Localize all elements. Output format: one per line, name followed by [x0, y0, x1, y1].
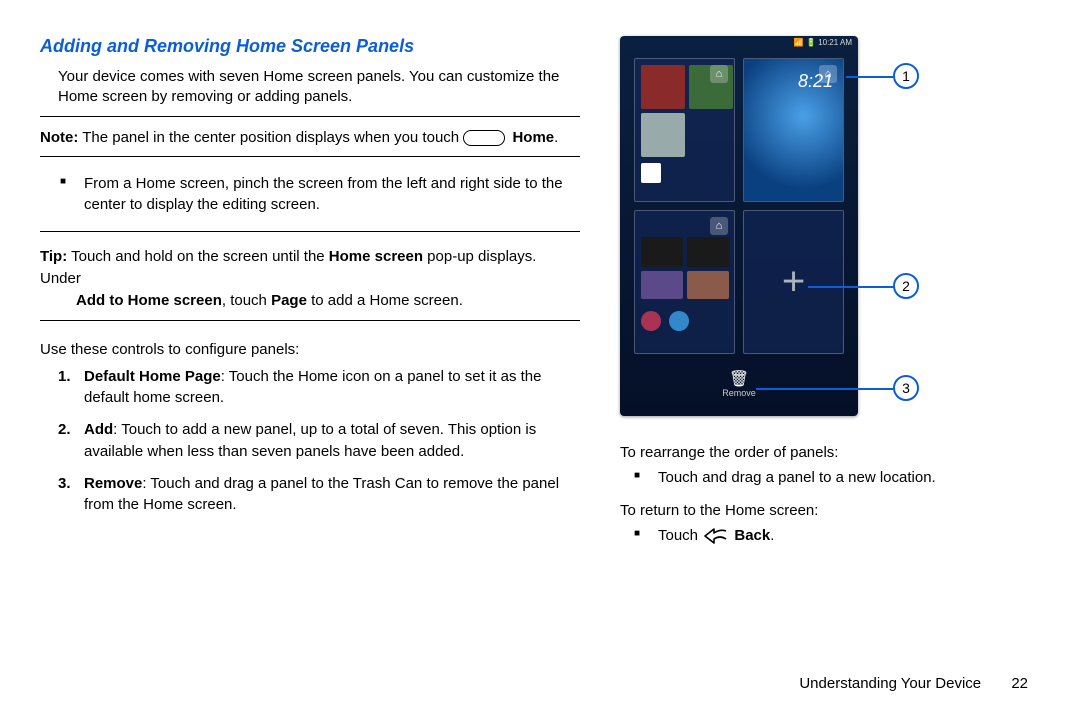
callout-line: [756, 388, 894, 390]
return-post: .: [770, 527, 774, 544]
item-bold: Add: [84, 421, 113, 438]
callout-line: [808, 286, 894, 288]
back-icon: [704, 528, 728, 544]
divider: [40, 116, 580, 117]
tip-body-1: Touch and hold on the screen until the: [67, 248, 329, 265]
return-label: To return to the Home screen:: [620, 502, 1040, 519]
item-bold: Default Home Page: [84, 368, 221, 385]
divider: [40, 231, 580, 232]
phone-screenshot: 📶 🔋 10:21 AM ⌂ 8:21 ⌂ ⌂ +: [620, 36, 858, 416]
home-icon: ⌂: [819, 65, 837, 83]
item-bold: Remove: [84, 475, 142, 492]
list-number: 2.: [58, 419, 71, 441]
trash-icon: 🗑: [722, 372, 756, 388]
section-heading: Adding and Removing Home Screen Panels: [40, 36, 580, 57]
list-item: 3. Remove: Touch and drag a panel to the…: [84, 473, 580, 517]
return-bold: Back: [734, 527, 770, 544]
tip: Tip: Touch and hold on the screen until …: [40, 246, 580, 311]
numbered-list: 1. Default Home Page: Touch the Home ico…: [40, 366, 580, 517]
list-item: From a Home screen, pinch the screen fro…: [84, 173, 580, 215]
list-number: 1.: [58, 366, 71, 388]
item-rest: : Touch and drag a panel to the Trash Ca…: [84, 475, 559, 514]
rearrange-label: To rearrange the order of panels:: [620, 444, 1040, 461]
note-prefix: Note:: [40, 129, 78, 146]
use-label: Use these controls to configure panels:: [40, 341, 580, 358]
home-icon: ⌂: [710, 217, 728, 235]
plus-icon: +: [782, 260, 805, 305]
note-body-2: .: [554, 129, 558, 146]
page-number: 22: [1011, 675, 1028, 692]
status-time: 10:21 AM: [818, 38, 852, 47]
add-panel: +: [743, 210, 844, 354]
page-footer: Understanding Your Device 22: [799, 675, 1028, 692]
tip-body-3: , touch: [222, 292, 271, 309]
remove-area: 🗑 Remove: [722, 372, 756, 398]
home-panel: ⌂: [634, 58, 735, 202]
divider: [40, 156, 580, 157]
note-home: Home: [512, 129, 554, 146]
list-number: 3.: [58, 473, 71, 495]
tip-bold-1: Home screen: [329, 248, 423, 265]
return-pre: Touch: [658, 527, 702, 544]
list-item: Touch Back.: [658, 525, 1040, 546]
item-rest: : Touch to add a new panel, up to a tota…: [84, 421, 536, 460]
tip-bold-3: Page: [271, 292, 307, 309]
intro-paragraph: Your device comes with seven Home screen…: [40, 67, 580, 108]
home-button-icon: [463, 130, 505, 146]
divider: [40, 320, 580, 321]
home-icon: ⌂: [710, 65, 728, 83]
note: Note: The panel in the center position d…: [40, 127, 580, 149]
tip-bold-2: Add to Home screen: [76, 292, 222, 309]
home-panel: ⌂: [634, 210, 735, 354]
home-panel: 8:21 ⌂: [743, 58, 844, 202]
status-bar: 📶 🔋 10:21 AM: [794, 38, 852, 47]
note-body-1: The panel in the center position display…: [78, 129, 463, 146]
list-item: 2. Add: Touch to add a new panel, up to …: [84, 419, 580, 463]
callout-circle: 1: [893, 63, 919, 89]
callout-circle: 3: [893, 375, 919, 401]
footer-section: Understanding Your Device: [799, 675, 981, 692]
callout-line: [846, 76, 894, 78]
tip-prefix: Tip:: [40, 248, 67, 265]
remove-label: Remove: [722, 388, 756, 398]
tip-body-4: to add a Home screen.: [307, 292, 463, 309]
list-item: Touch and drag a panel to a new location…: [658, 467, 1040, 488]
callout-circle: 2: [893, 273, 919, 299]
instruction-list: From a Home screen, pinch the screen fro…: [40, 173, 580, 215]
list-item: 1. Default Home Page: Touch the Home ico…: [84, 366, 580, 410]
